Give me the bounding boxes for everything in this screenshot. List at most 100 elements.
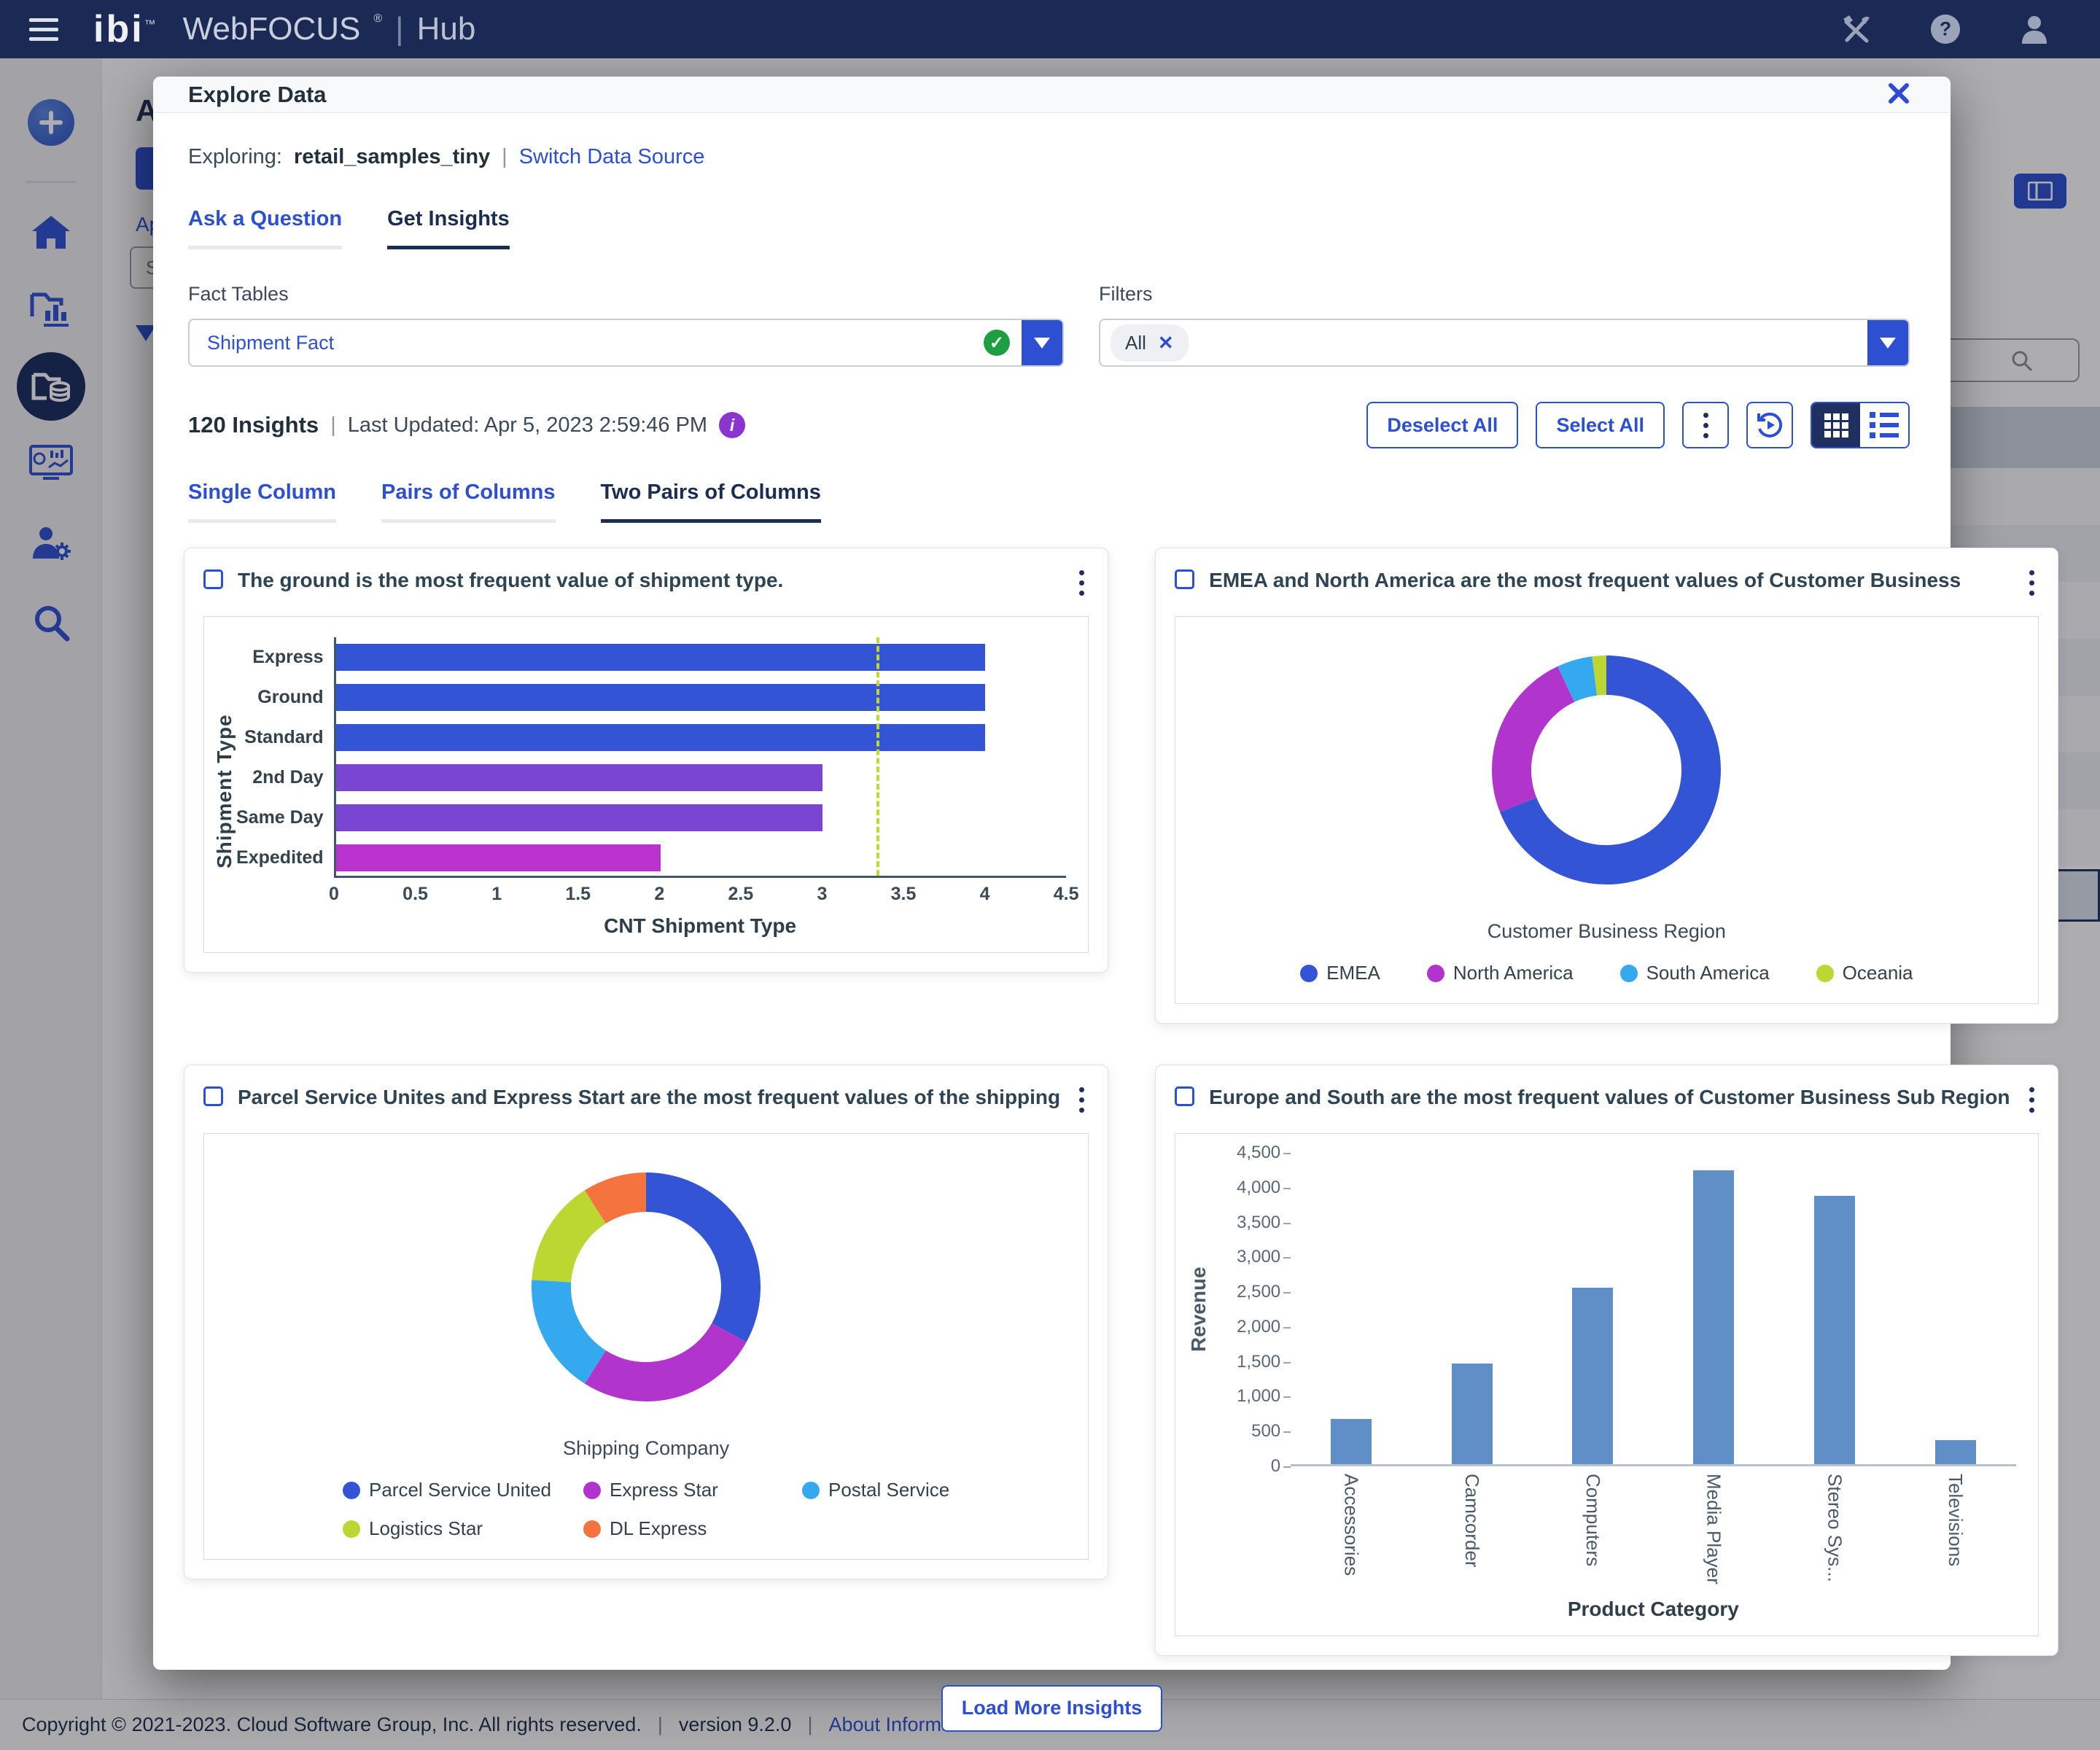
legend-item: Express Star <box>583 1479 802 1501</box>
load-more-insights-button[interactable]: Load More Insights <box>941 1685 1163 1732</box>
y-axis-title: Revenue <box>1187 1153 1210 1466</box>
user-button[interactable] <box>2018 13 2050 45</box>
bar <box>1331 1419 1372 1464</box>
x-tick-label: 0.5 <box>402 884 428 905</box>
y-tick-label: 0 <box>1271 1456 1280 1477</box>
x-tick-label: Stereo Sys... <box>1823 1474 1846 1584</box>
card-menu-button[interactable] <box>1075 567 1089 599</box>
category-label: Same Day <box>236 798 334 838</box>
select-all-button[interactable]: Select All <box>1536 402 1665 448</box>
x-tick-label: 3 <box>817 884 827 905</box>
filters-caret-button[interactable] <box>1867 320 1908 365</box>
screen: Applications Get Data Applications A fiv… <box>0 0 2100 1750</box>
card-checkbox[interactable] <box>1175 1086 1194 1106</box>
insight-card-customer-business-region: EMEA and North America are the most freq… <box>1155 548 2058 1024</box>
app-title: WebFOCUS® | Hub <box>183 11 476 47</box>
legend-dot <box>1300 965 1318 982</box>
explore-data-modal: Explore Data Exploring: retail_samples_t… <box>153 77 1951 1670</box>
vertical-bar-chart: Revenue4,5004,0003,5003,0002,5002,0001,5… <box>1175 1134 2037 1636</box>
card-menu-button[interactable] <box>2025 567 2039 599</box>
x-axis-labels: AccessoriesCamcorderComputersMedia Playe… <box>1291 1474 2015 1584</box>
card-checkbox[interactable] <box>1175 569 1194 589</box>
tools-icon <box>1840 13 1872 45</box>
bar <box>1814 1196 1855 1464</box>
close-icon[interactable] <box>1882 77 1916 112</box>
filters-select[interactable]: All ✕ <box>1099 319 1910 367</box>
tab-two-pairs-of-columns[interactable]: Two Pairs of Columns <box>601 481 821 523</box>
tab-ask-a-question[interactable]: Ask a Question <box>188 207 342 249</box>
info-icon[interactable]: i <box>719 412 745 438</box>
y-tick-label: 1,000 <box>1237 1386 1280 1407</box>
area-name: Hub <box>417 11 476 47</box>
card-checkbox[interactable] <box>203 1086 223 1106</box>
legend-item: North America <box>1427 962 1574 984</box>
chip-remove-icon[interactable]: ✕ <box>1158 332 1174 354</box>
category-label: Express <box>236 637 334 677</box>
category-label: Ground <box>236 677 334 718</box>
more-options-button[interactable] <box>1682 402 1729 448</box>
legend-dot <box>583 1482 601 1499</box>
y-tick-label: 4,000 <box>1237 1178 1280 1198</box>
insight-card-sub-region-revenue: Europe and South are the most frequent v… <box>1155 1065 2058 1656</box>
legend-label: Parcel Service United <box>369 1479 551 1501</box>
bar <box>1452 1364 1493 1464</box>
tab-pairs-of-columns[interactable]: Pairs of Columns <box>381 481 556 523</box>
insight-title: The ground is the most frequent value of… <box>238 567 1060 593</box>
y-tick-label: 3,000 <box>1237 1247 1280 1267</box>
hamburger-menu-icon[interactable] <box>29 18 58 41</box>
legend-dot <box>343 1520 360 1538</box>
category-axis-labels: ExpressGroundStandard2nd DaySame DayExpe… <box>236 637 334 878</box>
donut-chart: Shipping Company Parcel Service United Exp… <box>204 1134 1088 1559</box>
bar <box>1693 1170 1734 1464</box>
svg-text:?: ? <box>1940 18 1951 40</box>
history-button[interactable] <box>1746 402 1793 448</box>
x-tick-label: Camcorder <box>1461 1474 1483 1584</box>
deselect-all-button[interactable]: Deselect All <box>1366 402 1518 448</box>
legend-label: DL Express <box>610 1517 707 1540</box>
x-tick-label: Computers <box>1582 1474 1604 1584</box>
y-tick-label: 3,500 <box>1237 1213 1280 1233</box>
fact-tables-caret-button[interactable] <box>1022 320 1062 365</box>
insight-title: Parcel Service Unites and Express Start … <box>238 1084 1060 1110</box>
user-icon <box>2018 13 2050 45</box>
legend-label: Express Star <box>610 1479 718 1501</box>
switch-data-source-link[interactable]: Switch Data Source <box>519 145 705 169</box>
modal-body: Exploring: retail_samples_tiny | Switch … <box>153 113 1951 1732</box>
bar <box>1572 1288 1613 1464</box>
help-button[interactable]: ? <box>1929 13 1961 45</box>
bar <box>336 764 823 791</box>
filter-chip-all[interactable]: All ✕ <box>1111 324 1189 362</box>
modal-title: Explore Data <box>188 82 327 108</box>
card-menu-button[interactable] <box>2025 1084 2039 1116</box>
chart-panel: Shipment TypeExpressGroundStandard2nd Da… <box>203 616 1089 953</box>
bar <box>336 644 985 671</box>
legend-item: Parcel Service United <box>343 1479 583 1501</box>
series-label: Shipping Company <box>563 1437 729 1460</box>
check-icon: ✓ <box>984 330 1010 356</box>
legend-dot <box>343 1482 360 1499</box>
legend: EMEANorth AmericaSouth AmericaOceania <box>1300 962 1913 984</box>
fact-tables-select[interactable]: Shipment Fact ✓ <box>188 319 1064 367</box>
donut-svg <box>1461 631 1752 909</box>
legend-label: South America <box>1646 962 1770 984</box>
legend-label: Logistics Star <box>369 1517 483 1540</box>
donut-svg <box>500 1148 792 1426</box>
donut-chart: Customer Business RegionEMEANorth Americ… <box>1175 617 2037 1003</box>
tab-get-insights[interactable]: Get Insights <box>387 207 510 249</box>
y-axis-ticks: 4,5004,0003,5003,0002,5002,0001,5001,000… <box>1210 1153 1291 1466</box>
list-view-button[interactable] <box>1860 403 1908 447</box>
grid-view-button[interactable] <box>1812 403 1860 447</box>
legend-dot <box>802 1482 820 1499</box>
card-menu-button[interactable] <box>1075 1084 1089 1116</box>
product-name: WebFOCUS <box>183 11 361 47</box>
bar <box>1935 1440 1976 1464</box>
tab-single-column[interactable]: Single Column <box>188 481 336 523</box>
tools-button[interactable] <box>1840 13 1872 45</box>
plot-area <box>334 637 1067 878</box>
fact-tables-value: Shipment Fact <box>190 332 334 354</box>
card-checkbox[interactable] <box>203 569 223 589</box>
last-updated-text: Last Updated: Apr 5, 2023 2:59:46 PM <box>348 413 707 438</box>
grid-icon <box>1824 413 1848 438</box>
dataset-name: retail_samples_tiny <box>294 145 490 169</box>
chart-panel: Revenue4,5004,0003,5003,0002,5002,0001,5… <box>1175 1133 2038 1636</box>
